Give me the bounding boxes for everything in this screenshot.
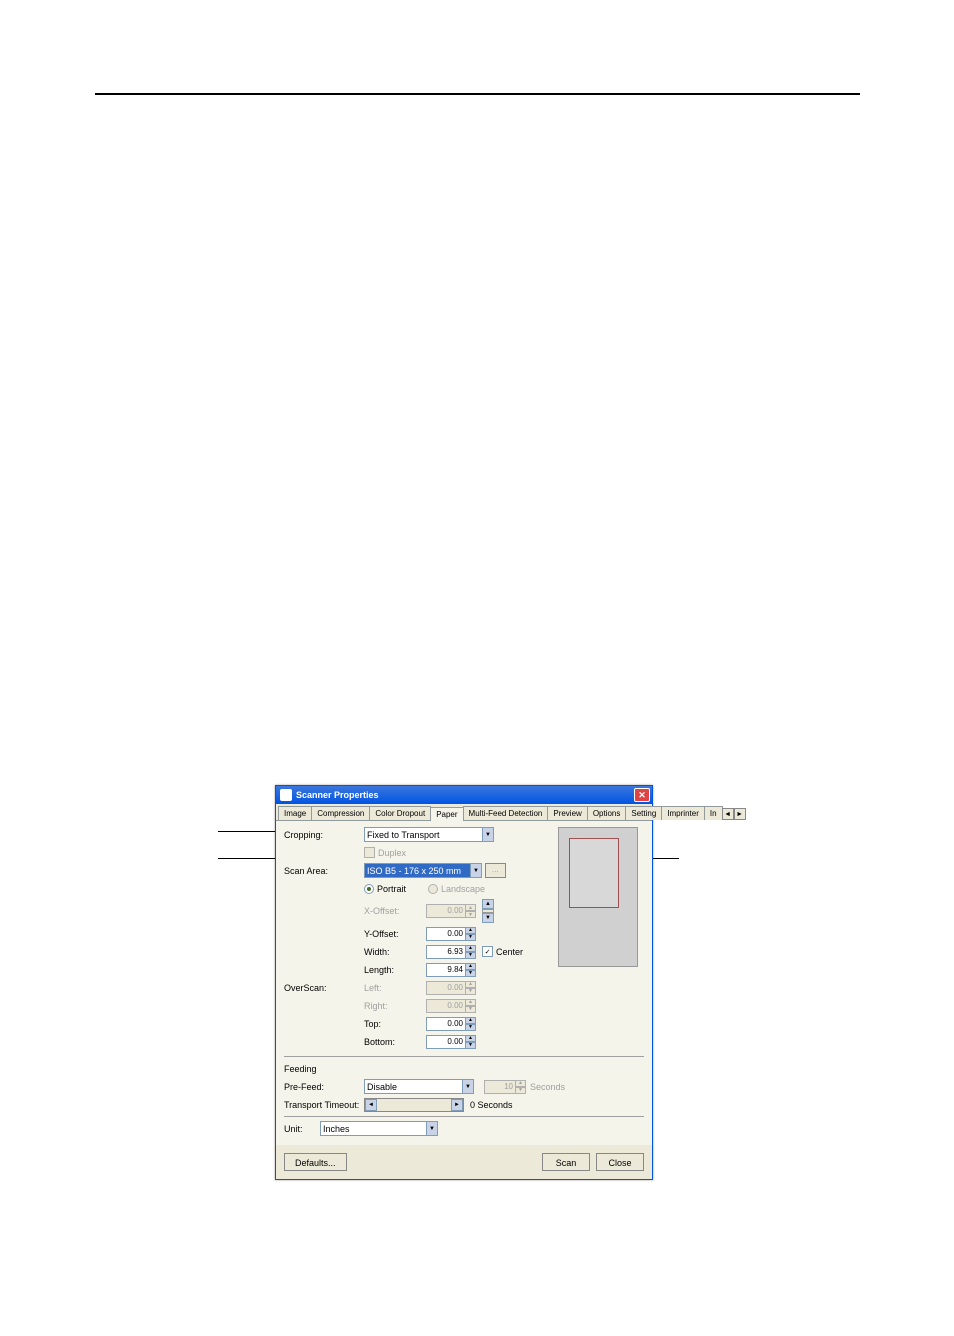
cropping-label: Cropping: xyxy=(284,830,364,840)
tab-preview[interactable]: Preview xyxy=(547,806,587,820)
chevron-down-icon: ▼ xyxy=(482,828,493,841)
x-offset-input: 0.00 xyxy=(426,904,466,918)
scanner-properties-dialog: Scanner Properties ✕ Image Compression C… xyxy=(275,785,653,1180)
unit-label: Unit: xyxy=(284,1124,320,1134)
y-offset-spinner[interactable]: ▲▼ xyxy=(465,927,476,941)
portrait-radio[interactable] xyxy=(364,884,374,894)
width-input[interactable]: 6.93 xyxy=(426,945,466,959)
unit-value: Inches xyxy=(323,1124,350,1134)
titlebar: Scanner Properties ✕ xyxy=(276,786,652,804)
overscan-label: OverScan: xyxy=(284,983,364,993)
chevron-down-icon: ▼ xyxy=(470,864,481,877)
length-label: Length: xyxy=(364,965,426,975)
duplex-checkbox xyxy=(364,847,375,858)
tab-strip: Image Compression Color Dropout Paper Mu… xyxy=(276,804,652,821)
overscan-top-spinner[interactable]: ▲▼ xyxy=(465,1017,476,1031)
separator xyxy=(284,1116,644,1117)
y-offset-input[interactable]: 0.00 xyxy=(426,927,466,941)
button-bar: Defaults... Scan Close xyxy=(276,1145,652,1179)
x-offset-label: X-Offset: xyxy=(364,906,426,916)
length-input[interactable]: 9.84 xyxy=(426,963,466,977)
close-icon[interactable]: ✕ xyxy=(634,788,650,802)
tab-imprinter[interactable]: Imprinter xyxy=(661,806,705,820)
cropping-select[interactable]: Fixed to Transport ▼ xyxy=(364,827,494,842)
overscan-top-input[interactable]: 0.00 xyxy=(426,1017,466,1031)
tab-multifeed[interactable]: Multi-Feed Detection xyxy=(463,806,549,820)
overscan-left-input: 0.00 xyxy=(426,981,466,995)
prefeed-seconds-spinner: ▲▼ xyxy=(515,1080,526,1094)
center-checkbox[interactable]: ✓ xyxy=(482,946,493,957)
range-slider[interactable]: ▲▼ xyxy=(482,899,494,923)
tab-scroll-left-icon[interactable]: ◄ xyxy=(722,808,734,820)
unit-select[interactable]: Inches ▼ xyxy=(320,1121,438,1136)
scan-area-label: Scan Area: xyxy=(284,866,364,876)
prefeed-select[interactable]: Disable ▼ xyxy=(364,1079,474,1094)
duplex-label: Duplex xyxy=(378,848,406,858)
preview-page xyxy=(569,838,619,908)
chevron-down-icon: ▼ xyxy=(426,1122,437,1135)
center-label: Center xyxy=(496,947,523,957)
portrait-label: Portrait xyxy=(377,884,406,894)
tab-more[interactable]: In xyxy=(704,806,723,820)
prefeed-seconds-label: Seconds xyxy=(530,1082,565,1092)
paper-panel: Cropping: Fixed to Transport ▼ Duplex Sc… xyxy=(276,821,652,1145)
close-button[interactable]: Close xyxy=(596,1153,644,1171)
defaults-button[interactable]: Defaults... xyxy=(284,1153,347,1171)
tab-setting[interactable]: Setting xyxy=(625,806,662,820)
tab-scroll: ◄ ► xyxy=(722,808,746,820)
timeout-label: Transport Timeout: xyxy=(284,1100,364,1110)
overscan-bottom-label: Bottom: xyxy=(364,1037,426,1047)
tab-color-dropout[interactable]: Color Dropout xyxy=(369,806,431,820)
prefeed-label: Pre-Feed: xyxy=(284,1082,364,1092)
overscan-right-spinner: ▲▼ xyxy=(465,999,476,1013)
overscan-left-label: Left: xyxy=(364,983,426,993)
width-spinner[interactable]: ▲▼ xyxy=(465,945,476,959)
scan-button[interactable]: Scan xyxy=(542,1153,590,1171)
y-offset-label: Y-Offset: xyxy=(364,929,426,939)
app-icon xyxy=(280,789,292,801)
overscan-right-label: Right: xyxy=(364,1001,426,1011)
scan-area-select[interactable]: ISO B5 - 176 x 250 mm ▼ xyxy=(364,863,482,878)
width-label: Width: xyxy=(364,947,426,957)
tab-scroll-right-icon[interactable]: ► xyxy=(734,808,746,820)
prefeed-seconds-input: 10 xyxy=(484,1080,516,1094)
overscan-top-label: Top: xyxy=(364,1019,426,1029)
tab-image[interactable]: Image xyxy=(278,806,312,820)
timeout-value: 0 Seconds xyxy=(470,1100,513,1110)
length-spinner[interactable]: ▲▼ xyxy=(465,963,476,977)
overscan-left-spinner: ▲▼ xyxy=(465,981,476,995)
slider-left-icon[interactable]: ◄ xyxy=(365,1099,377,1111)
page-rule xyxy=(95,93,860,95)
timeout-slider[interactable]: ◄ ► xyxy=(364,1098,464,1112)
scan-area-value: ISO B5 - 176 x 250 mm xyxy=(367,866,461,876)
window-title: Scanner Properties xyxy=(296,790,634,800)
landscape-label: Landscape xyxy=(441,884,485,894)
landscape-radio xyxy=(428,884,438,894)
tab-paper[interactable]: Paper xyxy=(430,807,463,821)
tab-options[interactable]: Options xyxy=(587,806,627,820)
cropping-value: Fixed to Transport xyxy=(367,830,440,840)
overscan-right-input: 0.00 xyxy=(426,999,466,1013)
preview-pane xyxy=(558,827,638,967)
separator xyxy=(284,1056,644,1057)
scan-area-browse-button: ... xyxy=(485,863,506,878)
overscan-bottom-input[interactable]: 0.00 xyxy=(426,1035,466,1049)
feeding-heading: Feeding xyxy=(284,1064,364,1074)
prefeed-value: Disable xyxy=(367,1082,397,1092)
slider-right-icon[interactable]: ► xyxy=(451,1099,463,1111)
x-offset-spinner: ▲▼ xyxy=(465,904,476,918)
overscan-bottom-spinner[interactable]: ▲▼ xyxy=(465,1035,476,1049)
chevron-down-icon: ▼ xyxy=(462,1080,473,1093)
tab-compression[interactable]: Compression xyxy=(311,806,370,820)
